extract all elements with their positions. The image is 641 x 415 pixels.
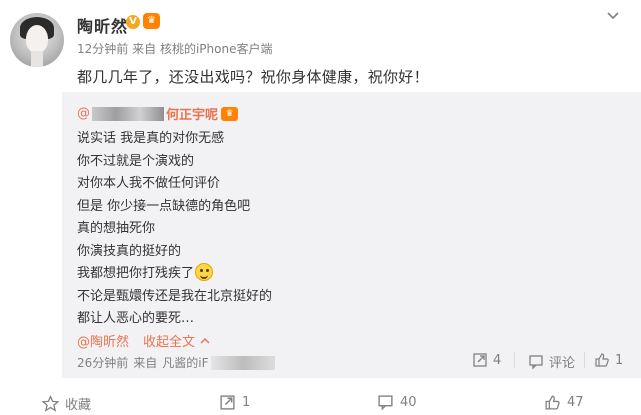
favorite-button[interactable]: 收藏 <box>42 394 91 413</box>
repost-line: 对你本人我不做任何评价 <box>77 176 221 191</box>
comment-icon <box>378 395 393 411</box>
avatar-neck <box>31 51 43 67</box>
repost-line: 你不过就是个演戏的 <box>77 153 195 169</box>
divider <box>514 352 515 368</box>
comment-count: 40 <box>400 395 417 410</box>
chevron-up-icon[interactable] <box>200 336 210 346</box>
avatar-face <box>26 25 48 53</box>
mention-link[interactable]: @陶昕然 <box>77 331 129 350</box>
repost-like-button[interactable]: 1 <box>594 352 623 368</box>
repost-author-prefix: @ <box>77 106 90 121</box>
repost-line: 你演技真的挺好的 <box>77 243 182 259</box>
blurred-name <box>92 106 164 121</box>
repost-source[interactable]: 凡酱的iF <box>162 354 208 371</box>
comment-button[interactable]: 40 <box>377 394 417 411</box>
repost-vip-icon: ♛ <box>221 106 239 121</box>
post-meta: 12分钟前 来自 核桃的iPhone客户端 <box>77 40 272 57</box>
repost-line-with-emoji: 我都想把你打残疾了 <box>77 263 272 286</box>
repost-repost-count: 4 <box>493 352 502 368</box>
repost-comment-label: 评论 <box>549 356 576 371</box>
repost-icon <box>220 395 235 410</box>
repost-icon <box>473 353 487 367</box>
smile-emoji-icon <box>195 263 214 281</box>
star-icon <box>42 395 59 412</box>
repost-repost-button[interactable]: 4 <box>472 352 501 368</box>
repost-comment-button[interactable]: 评论 <box>528 352 575 371</box>
repost-line-text: 我都想把你打残疾了 <box>77 266 195 281</box>
repost-author-name[interactable]: 何正宇呢 <box>166 104 218 123</box>
verified-badge: V <box>126 15 140 29</box>
repost-button[interactable]: 1 <box>219 394 250 411</box>
repost-text: 说实话 我是真的对你无感 你不过就是个演戏的 对你本人我不做任何评价 但是 你少… <box>77 128 272 331</box>
favorite-label: 收藏 <box>65 398 92 413</box>
blurred-source <box>210 355 275 370</box>
repost-line: 但是 你少接一点缺德的角色吧 <box>77 198 251 214</box>
like-count: 47 <box>567 395 584 410</box>
like-button[interactable]: 47 <box>544 394 584 411</box>
repost-source-prefix: 来自 <box>133 356 158 370</box>
repost-tail: @陶昕然 收起全文 <box>77 331 210 350</box>
avatar[interactable] <box>10 13 64 67</box>
vip-icon: ♛ <box>143 13 160 29</box>
chevron-down-icon[interactable] <box>606 9 620 23</box>
repost-like-count: 1 <box>615 352 624 368</box>
thumbs-up-icon <box>545 395 560 410</box>
repost-line: 都让人恶心的要死… <box>77 311 195 326</box>
repost-line: 真的想抽死你 <box>77 221 156 236</box>
repost-count: 1 <box>242 395 251 410</box>
thumbs-up-icon <box>595 353 609 367</box>
author-name[interactable]: 陶昕然 <box>77 13 128 37</box>
comment-icon <box>529 354 543 370</box>
repost-time[interactable]: 26分钟前 <box>77 354 128 371</box>
repost-author[interactable]: @ 何正宇呢 ♛ <box>77 104 239 123</box>
source-prefix: 来自 <box>132 42 157 56</box>
post-source[interactable]: 核桃的iPhone客户端 <box>160 42 273 56</box>
repost-line: 说实话 我是真的对你无感 <box>77 131 225 146</box>
collapse-button[interactable]: 收起全文 <box>143 331 195 350</box>
repost-line: 不论是甄嬛传还是我在北京挺好的 <box>77 288 273 304</box>
divider <box>584 352 585 368</box>
post-time[interactable]: 12分钟前 <box>77 42 128 56</box>
post-text: 都几几年了，还没出戏吗？祝你身体健康，祝你好！ <box>77 68 429 86</box>
repost-meta: 26分钟前 来自 凡酱的iF <box>77 354 275 371</box>
